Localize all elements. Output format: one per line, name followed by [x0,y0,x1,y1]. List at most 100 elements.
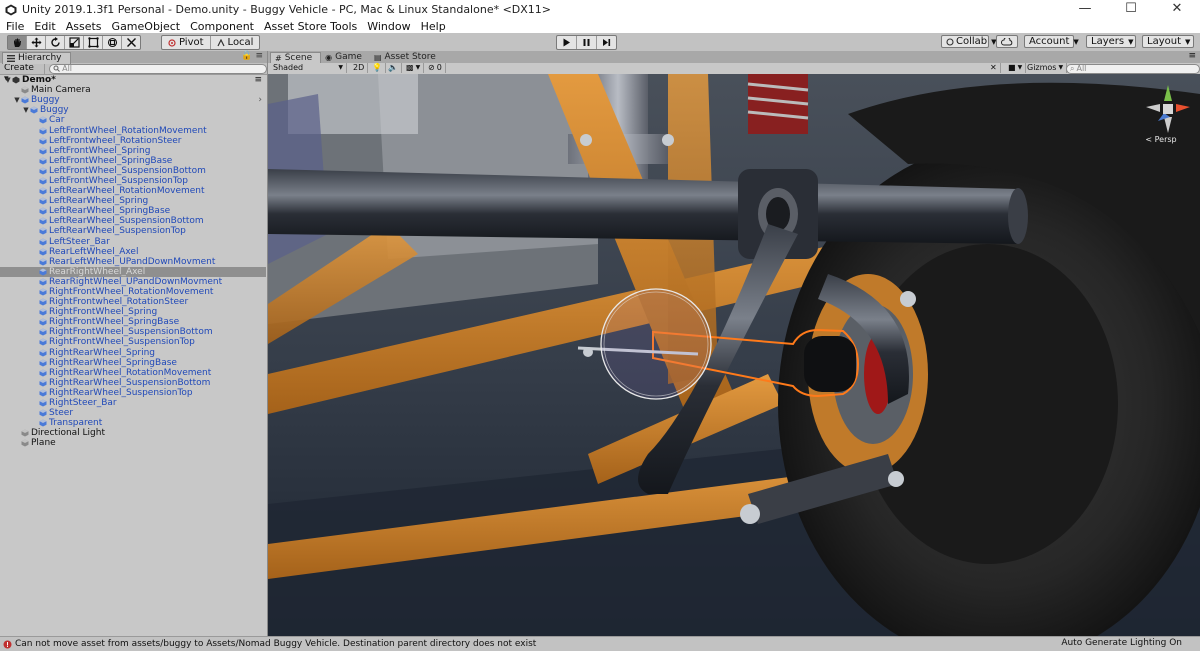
maximize-button[interactable]: ☐ [1108,0,1154,19]
camera-dropdown[interactable]: ■ ▼ [1005,63,1027,73]
prefab-cube-icon [39,187,47,195]
layers-label: Layers [1091,36,1125,47]
panel-options-icon[interactable]: 🔒 ≡ [241,51,263,61]
hierarchy-item[interactable]: LeftFrontWheel_Spring [0,146,266,156]
hierarchy-item[interactable]: RearLeftWheel_Axel [0,247,266,257]
hierarchy-item-label: RightRearWheel_SuspensionBottom [49,377,211,388]
menu-assets[interactable]: Assets [61,20,107,33]
expand-arrow-icon[interactable]: ▼ [22,105,30,115]
rect-tool-button[interactable] [84,36,103,49]
hierarchy-item[interactable]: LeftFrontWheel_SpringBase [0,156,266,166]
hierarchy-item[interactable]: RearLeftWheel_UPandDownMovment [0,257,266,267]
hierarchy-item[interactable]: RearRightWheel_Axel [0,266,266,277]
hierarchy-tab[interactable]: Hierarchy [2,52,71,64]
hierarchy-item[interactable]: Steer [0,408,266,418]
local-button[interactable]: Local [211,36,260,49]
2d-toggle[interactable]: 2D [350,63,369,73]
hierarchy-item[interactable]: RightRearWheel_Spring [0,348,266,358]
minimize-button[interactable]: — [1062,0,1108,19]
scene-root-row[interactable]: ▼ Demo* ≡ [0,75,266,85]
menu-help[interactable]: Help [416,20,451,33]
hierarchy-item[interactable]: LeftFrontWheel_SuspensionTop [0,176,266,186]
menu-window[interactable]: Window [362,20,415,33]
hierarchy-item[interactable]: RightFrontwheel_RotationSteer [0,297,266,307]
pivot-toggles: Pivot Local [161,35,261,50]
hierarchy-item-label: Directional Light [31,428,105,439]
hierarchy-item-label: LeftFrontwheel_RotationSteer [49,135,182,146]
hidden-objects-toggle[interactable]: ⊘ 0 [425,63,446,73]
hierarchy-item[interactable]: LeftFrontwheel_RotationSteer [0,136,266,146]
hierarchy-item[interactable]: LeftFrontWheel_RotationMovement [0,125,266,136]
hierarchy-item[interactable]: RearRightWheel_UPandDownMovment [0,277,266,287]
hierarchy-item[interactable]: LeftSteer_Bar [0,237,266,247]
hierarchy-item[interactable]: LeftRearWheel_SpringBase [0,206,266,216]
hierarchy-item[interactable]: LeftRearWheel_SuspensionTop [0,226,266,236]
hierarchy-item-label: LeftSteer_Bar [49,236,110,247]
tab-asset-store[interactable]: ▤ Asset Store [370,52,444,63]
pivot-button[interactable]: Pivot [162,36,211,49]
rotate-tool-button[interactable] [46,36,65,49]
effects-dropdown[interactable]: ▩ ▼ [403,63,425,73]
hierarchy-item[interactable]: RightRearWheel_SuspensionTop [0,388,266,398]
hierarchy-item[interactable]: ▼ Buggy [0,105,266,115]
step-button[interactable] [597,36,616,49]
hierarchy-search-input[interactable]: All [49,63,267,74]
status-message[interactable]: Can not move asset from assets/buggy to … [15,639,536,649]
tools-icon [126,38,136,47]
hierarchy-item[interactable]: LeftRearWheel_Spring [0,196,266,206]
move-tool-button[interactable] [27,36,46,49]
tab-game[interactable]: ◉ Game [321,52,370,63]
panel-options-icon[interactable]: ≡ [1188,51,1196,61]
cloud-button[interactable] [996,35,1018,48]
hierarchy-item[interactable]: Car [0,115,266,125]
hierarchy-item[interactable]: RightSteer_Bar [0,398,266,408]
layout-dropdown[interactable]: Layout ▼ [1142,35,1194,48]
shading-mode-dropdown[interactable]: Shaded ▼ [270,63,347,73]
menu-gameobject[interactable]: GameObject [107,20,186,33]
hierarchy-item[interactable]: RightFrontWheel_SpringBase [0,317,266,327]
hierarchy-item[interactable]: Directional Light [0,428,266,438]
menu-edit[interactable]: Edit [29,20,60,33]
hierarchy-item[interactable]: Plane [0,438,266,448]
hierarchy-item[interactable]: ▼ Buggy › [0,95,266,105]
hierarchy-item[interactable]: RightFrontWheel_RotationMovement [0,287,266,297]
gizmos-dropdown[interactable]: Gizmos ▼ [1024,63,1068,73]
scene-viewport[interactable]: < Persp [268,74,1200,636]
menu-component[interactable]: Component [185,20,259,33]
play-button[interactable] [557,36,577,49]
hierarchy-item[interactable]: Transparent [0,418,266,428]
hierarchy-item[interactable]: LeftRearWheel_RotationMovement [0,186,266,196]
scene-menu-icon[interactable]: ≡ [254,75,262,85]
hierarchy-item[interactable]: LeftRearWheel_SuspensionBottom [0,216,266,226]
scene-search-input[interactable]: ⌕ All [1066,63,1200,74]
tools-toggle[interactable]: ✕ [987,63,1001,73]
hierarchy-item[interactable]: LeftFrontWheel_SuspensionBottom [0,166,266,176]
layers-dropdown[interactable]: Layers ▼ [1086,35,1136,48]
scene-render: < Persp [268,74,1200,636]
chevron-right-icon[interactable]: › [258,95,262,105]
close-button[interactable]: ✕ [1154,0,1200,19]
expand-arrow-icon[interactable]: ▼ [4,75,12,85]
lighting-toggle[interactable]: 💡 [369,63,386,73]
pause-button[interactable] [577,36,597,49]
hierarchy-item[interactable]: RightFrontWheel_Spring [0,307,266,317]
hierarchy-item[interactable]: RightFrontWheel_SuspensionBottom [0,327,266,337]
hierarchy-item[interactable]: RightRearWheel_SpringBase [0,358,266,368]
scale-tool-button[interactable] [65,36,84,49]
account-dropdown[interactable]: Account ▼ [1024,35,1079,48]
hierarchy-item[interactable]: Main Camera [0,85,266,95]
create-button[interactable]: Create ▾ [0,63,46,84]
hand-tool-button[interactable] [8,36,27,49]
pause-icon [583,39,590,46]
custom-tool-button[interactable] [122,36,140,49]
expand-arrow-icon[interactable]: ▼ [13,95,21,105]
collab-dropdown[interactable]: Collab ▼ [941,35,997,48]
hierarchy-item[interactable]: RightRearWheel_RotationMovement [0,368,266,378]
persp-label[interactable]: < Persp [1145,135,1176,144]
hierarchy-item[interactable]: RightFrontWheel_SuspensionTop [0,337,266,347]
hierarchy-item[interactable]: RightRearWheel_SuspensionBottom [0,378,266,388]
menu-file[interactable]: File [0,20,29,33]
menu-asset-store-tools[interactable]: Asset Store Tools [259,20,362,33]
audio-toggle[interactable]: 🔈 [385,63,402,73]
transform-tool-button[interactable] [103,36,122,49]
